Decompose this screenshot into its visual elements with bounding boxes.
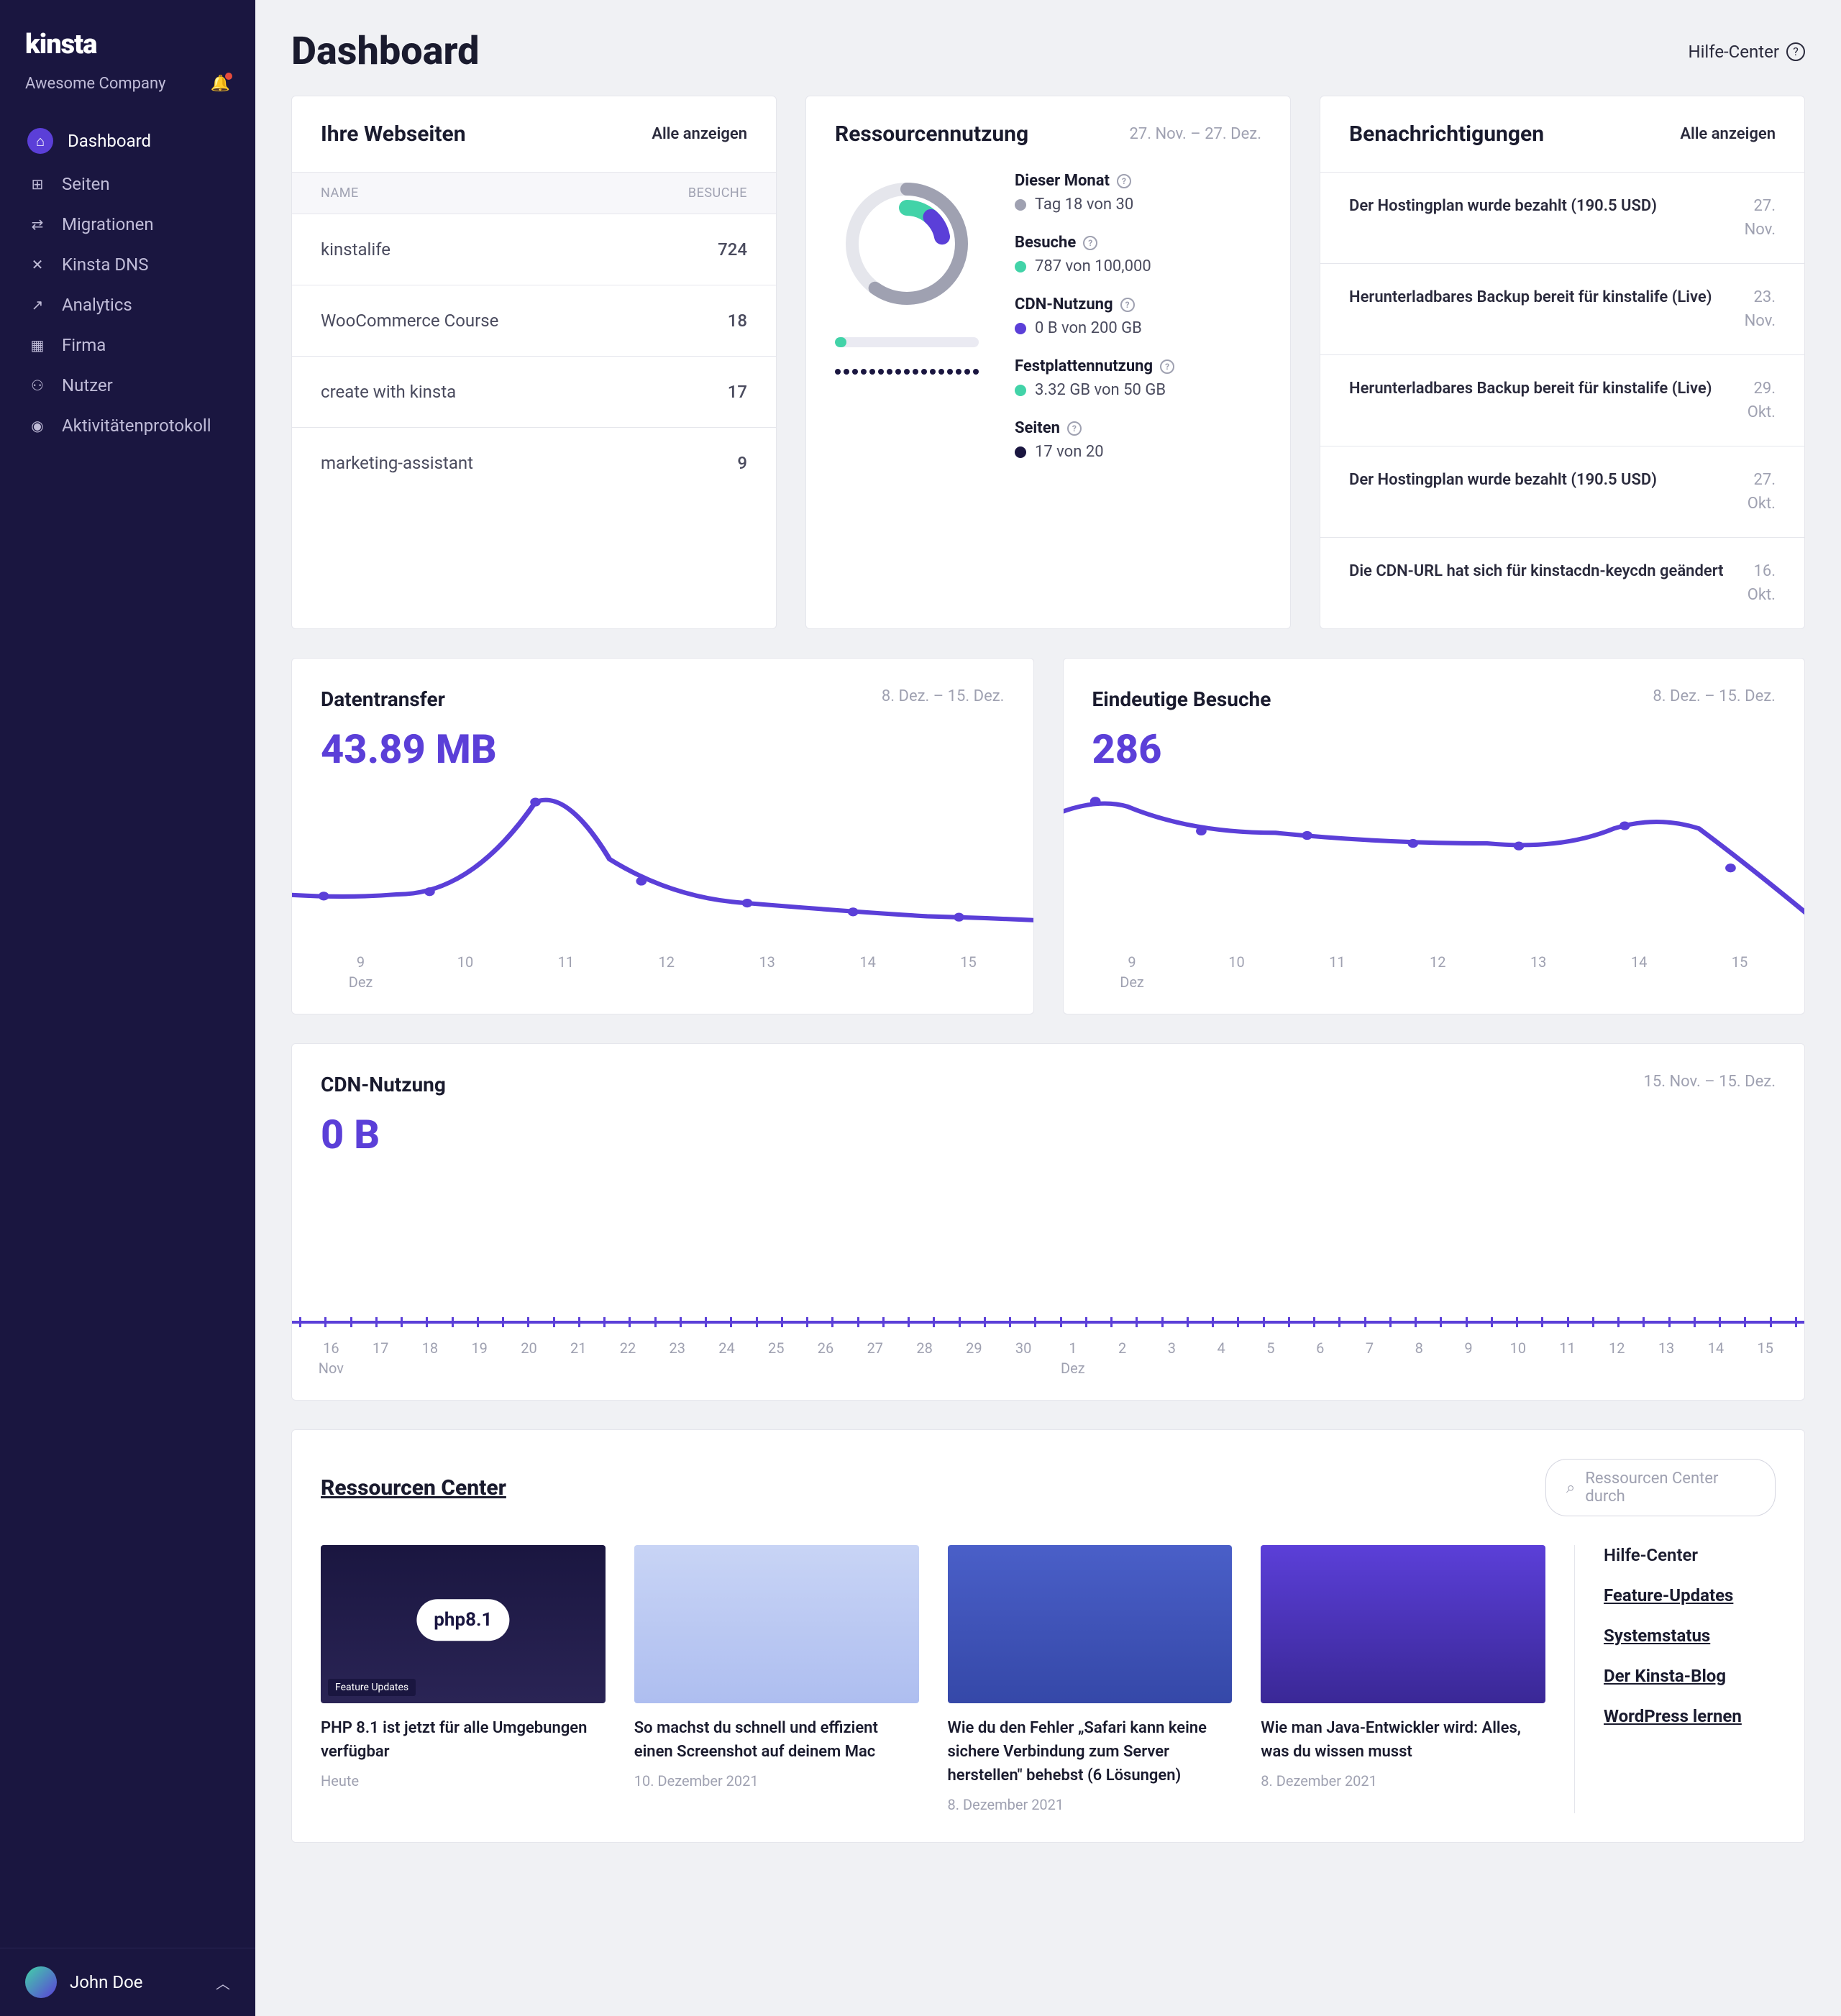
nav-item-kinsta-dns[interactable]: ✕Kinsta DNS <box>14 244 241 285</box>
article-card[interactable]: So machst du schnell und effizient einen… <box>634 1545 919 1813</box>
resource-link[interactable]: WordPress lernen <box>1604 1706 1776 1726</box>
resource-link[interactable]: Systemstatus <box>1604 1626 1776 1646</box>
nav-icon: ↗ <box>27 295 47 315</box>
notifications-title: Benachrichtigungen <box>1349 122 1544 147</box>
notification-row[interactable]: Der Hostingplan wurde bezahlt (190.5 USD… <box>1320 446 1804 537</box>
site-row[interactable]: create with kinsta17 <box>292 357 776 428</box>
transfer-date: 8. Dez. – 15. Dez. <box>882 687 1005 705</box>
chevron-up-icon: ︿ <box>216 1972 230 1993</box>
uniques-title: Eindeutige Besuche <box>1092 687 1271 711</box>
cdn-title: CDN-Nutzung <box>321 1073 446 1096</box>
notification-row[interactable]: Herunterladbares Backup bereit für kinst… <box>1320 354 1804 446</box>
user-row[interactable]: John Doe ︿ <box>0 1948 255 2016</box>
sites-card: Ihre Webseiten Alle anzeigen NAME BESUCH… <box>291 96 777 629</box>
nav-icon: ◉ <box>27 416 47 436</box>
site-row[interactable]: marketing-assistant9 <box>292 428 776 498</box>
bell-icon[interactable]: 🔔 <box>211 75 230 93</box>
page-title: Dashboard <box>291 29 479 74</box>
usage-card: Ressourcennutzung 27. Nov. – 27. Dez. <box>805 96 1291 629</box>
avatar <box>25 1966 57 1998</box>
nav-icon: ▦ <box>27 335 47 355</box>
nav-item-dashboard[interactable]: ⌂Dashboard <box>14 118 241 164</box>
help-icon: ? <box>1786 42 1805 61</box>
username: John Doe <box>70 1972 143 1992</box>
info-icon[interactable]: ? <box>1120 298 1135 312</box>
usage-stat: CDN-Nutzung?0 B von 200 GB <box>1015 295 1261 337</box>
cdn-value: 0 B <box>292 1096 1804 1165</box>
sites-title: Ihre Webseiten <box>321 122 466 147</box>
company-name[interactable]: Awesome Company <box>25 75 166 93</box>
nav-icon: ⌂ <box>27 128 53 154</box>
main: Dashboard Hilfe-Center ? Ihre Webseiten … <box>255 0 1841 2016</box>
article-card[interactable]: php8.1Feature UpdatesPHP 8.1 ist jetzt f… <box>321 1545 606 1813</box>
disk-bar <box>835 337 979 347</box>
usage-date: 27. Nov. – 27. Dez. <box>1129 125 1261 143</box>
notifications-all-link[interactable]: Alle anzeigen <box>1680 125 1776 143</box>
sites-all-link[interactable]: Alle anzeigen <box>652 125 747 143</box>
transfer-card: Datentransfer 8. Dez. – 15. Dez. 43.89 M… <box>291 658 1034 1014</box>
col-name: NAME <box>321 185 359 201</box>
notification-row[interactable]: Die CDN-URL hat sich für kinstacdn-keycd… <box>1320 537 1804 628</box>
info-icon[interactable]: ? <box>1160 359 1174 374</box>
resource-link[interactable]: Feature-Updates <box>1604 1585 1776 1605</box>
transfer-chart <box>292 780 1033 938</box>
nav-item-seiten[interactable]: ⊞Seiten <box>14 164 241 204</box>
transfer-title: Datentransfer <box>321 687 445 711</box>
nav: ⌂Dashboard⊞Seiten⇄Migrationen✕Kinsta DNS… <box>0 111 255 1948</box>
notifications-card: Benachrichtigungen Alle anzeigen Der Hos… <box>1320 96 1805 629</box>
pages-dots <box>835 369 979 375</box>
search-icon: ⌕ <box>1566 1479 1575 1497</box>
nav-item-migrationen[interactable]: ⇄Migrationen <box>14 204 241 244</box>
usage-stat: Dieser Monat?Tag 18 von 30 <box>1015 172 1261 214</box>
article-card[interactable]: Wie du den Fehler „Safari kann keine sic… <box>948 1545 1233 1813</box>
uniques-value: 286 <box>1064 711 1805 780</box>
nav-icon: ⊞ <box>27 174 47 194</box>
site-row[interactable]: WooCommerce Course18 <box>292 285 776 357</box>
resource-center-title[interactable]: Ressourcen Center <box>321 1475 506 1500</box>
resource-link[interactable]: Hilfe-Center <box>1604 1545 1776 1565</box>
resource-center-card: Ressourcen Center ⌕ Ressourcen Center du… <box>291 1429 1805 1843</box>
info-icon[interactable]: ? <box>1083 236 1097 250</box>
transfer-value: 43.89 MB <box>292 711 1033 780</box>
notification-row[interactable]: Herunterladbares Backup bereit für kinst… <box>1320 263 1804 354</box>
help-center-link[interactable]: Hilfe-Center ? <box>1688 42 1805 62</box>
article-card[interactable]: Wie man Java-Entwickler wird: Alles, was… <box>1261 1545 1545 1813</box>
cdn-chart <box>292 1187 1804 1324</box>
uniques-chart <box>1064 780 1805 938</box>
resource-search-input[interactable]: ⌕ Ressourcen Center durch <box>1545 1459 1776 1516</box>
usage-stat: Seiten?17 von 20 <box>1015 419 1261 461</box>
usage-title: Ressourcennutzung <box>835 122 1028 147</box>
nav-item-firma[interactable]: ▦Firma <box>14 325 241 365</box>
cdn-date: 15. Nov. – 15. Dez. <box>1643 1073 1776 1091</box>
logo: kinsta <box>0 0 255 75</box>
uniques-card: Eindeutige Besuche 8. Dez. – 15. Dez. 28… <box>1063 658 1806 1014</box>
nav-item-nutzer[interactable]: ⚇Nutzer <box>14 365 241 406</box>
nav-icon: ⇄ <box>27 214 47 234</box>
usage-stat: Besuche?787 von 100,000 <box>1015 234 1261 275</box>
nav-item-analytics[interactable]: ↗Analytics <box>14 285 241 325</box>
usage-donut <box>835 172 979 316</box>
info-icon[interactable]: ? <box>1067 421 1082 436</box>
cdn-card: CDN-Nutzung 15. Nov. – 15. Dez. 0 B 16No… <box>291 1043 1805 1401</box>
col-visits: BESUCHE <box>688 185 747 201</box>
nav-icon: ✕ <box>27 255 47 275</box>
usage-stat: Festplattennutzung?3.32 GB von 50 GB <box>1015 357 1261 399</box>
site-row[interactable]: kinstalife724 <box>292 214 776 285</box>
uniques-date: 8. Dez. – 15. Dez. <box>1653 687 1776 705</box>
info-icon[interactable]: ? <box>1117 174 1131 188</box>
sidebar: kinsta Awesome Company 🔔 ⌂Dashboard⊞Seit… <box>0 0 255 2016</box>
nav-item-aktivitätenprotokoll[interactable]: ◉Aktivitätenprotokoll <box>14 406 241 446</box>
nav-icon: ⚇ <box>27 375 47 395</box>
notification-row[interactable]: Der Hostingplan wurde bezahlt (190.5 USD… <box>1320 172 1804 263</box>
resource-link[interactable]: Der Kinsta-Blog <box>1604 1666 1776 1686</box>
